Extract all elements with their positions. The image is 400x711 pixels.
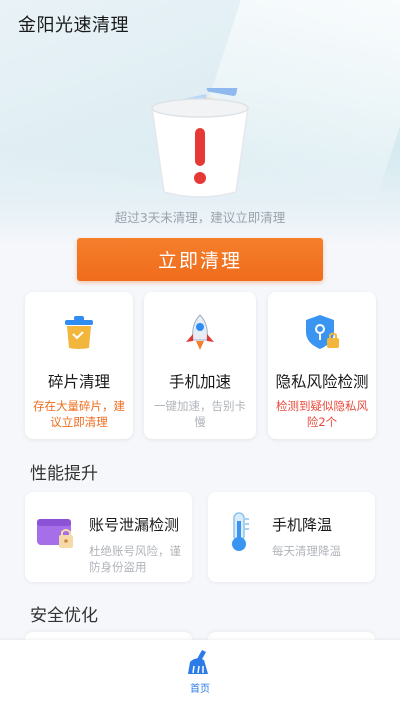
feature-desc: 存在大量碎片，建议立即清理 xyxy=(33,399,125,429)
app-title: 金阳光速清理 xyxy=(18,15,129,36)
wallet-lock-icon xyxy=(37,519,73,548)
broom-icon xyxy=(188,650,208,674)
card-title: 手机降温 xyxy=(272,516,333,534)
section-title-performance: 性能提升 xyxy=(30,464,98,484)
clean-now-button[interactable]: 立即清理 xyxy=(77,238,323,281)
nav-tab-home[interactable]: 首页 xyxy=(180,648,220,695)
feature-title: 碎片清理 xyxy=(47,373,110,391)
feature-title: 隐私风险检测 xyxy=(275,373,369,391)
section-title-security: 安全优化 xyxy=(30,606,98,626)
card-account-leak-check[interactable]: 账号泄漏检测 杜绝账号风险，谨防身份盗用 xyxy=(25,492,192,582)
clean-reminder-text: 超过3天未清理，建议立即清理 xyxy=(114,210,286,225)
feature-title: 手机加速 xyxy=(168,373,231,391)
nav-tab-label: 首页 xyxy=(190,684,210,695)
card-phone-cooling[interactable]: 手机降温 每天清理降温 xyxy=(208,492,375,582)
thermometer-icon xyxy=(232,512,249,551)
feature-card-fragment-clean[interactable]: 碎片清理 存在大量碎片，建议立即清理 xyxy=(25,292,133,439)
card-desc: 每天清理降温 xyxy=(272,544,341,558)
trash-can-icon xyxy=(65,316,93,349)
card-title: 账号泄漏检测 xyxy=(89,516,180,534)
bottom-nav: 首页 xyxy=(0,640,400,711)
card-desc: 杜绝账号风险，谨防身份盗用 xyxy=(89,544,181,574)
feature-desc: 一键加速，告别卡慢 xyxy=(154,399,246,429)
feature-card-phone-boost[interactable]: 手机加速 一键加速，告别卡慢 xyxy=(144,292,256,439)
trash-bin-alert-icon xyxy=(151,88,249,198)
shield-lock-icon xyxy=(306,315,339,349)
rocket-icon xyxy=(186,314,214,350)
feature-card-privacy-risk[interactable]: 隐私风险检测 检测到疑似隐私风险2个 xyxy=(268,292,376,439)
feature-desc: 检测到疑似隐私风险2个 xyxy=(276,399,368,429)
